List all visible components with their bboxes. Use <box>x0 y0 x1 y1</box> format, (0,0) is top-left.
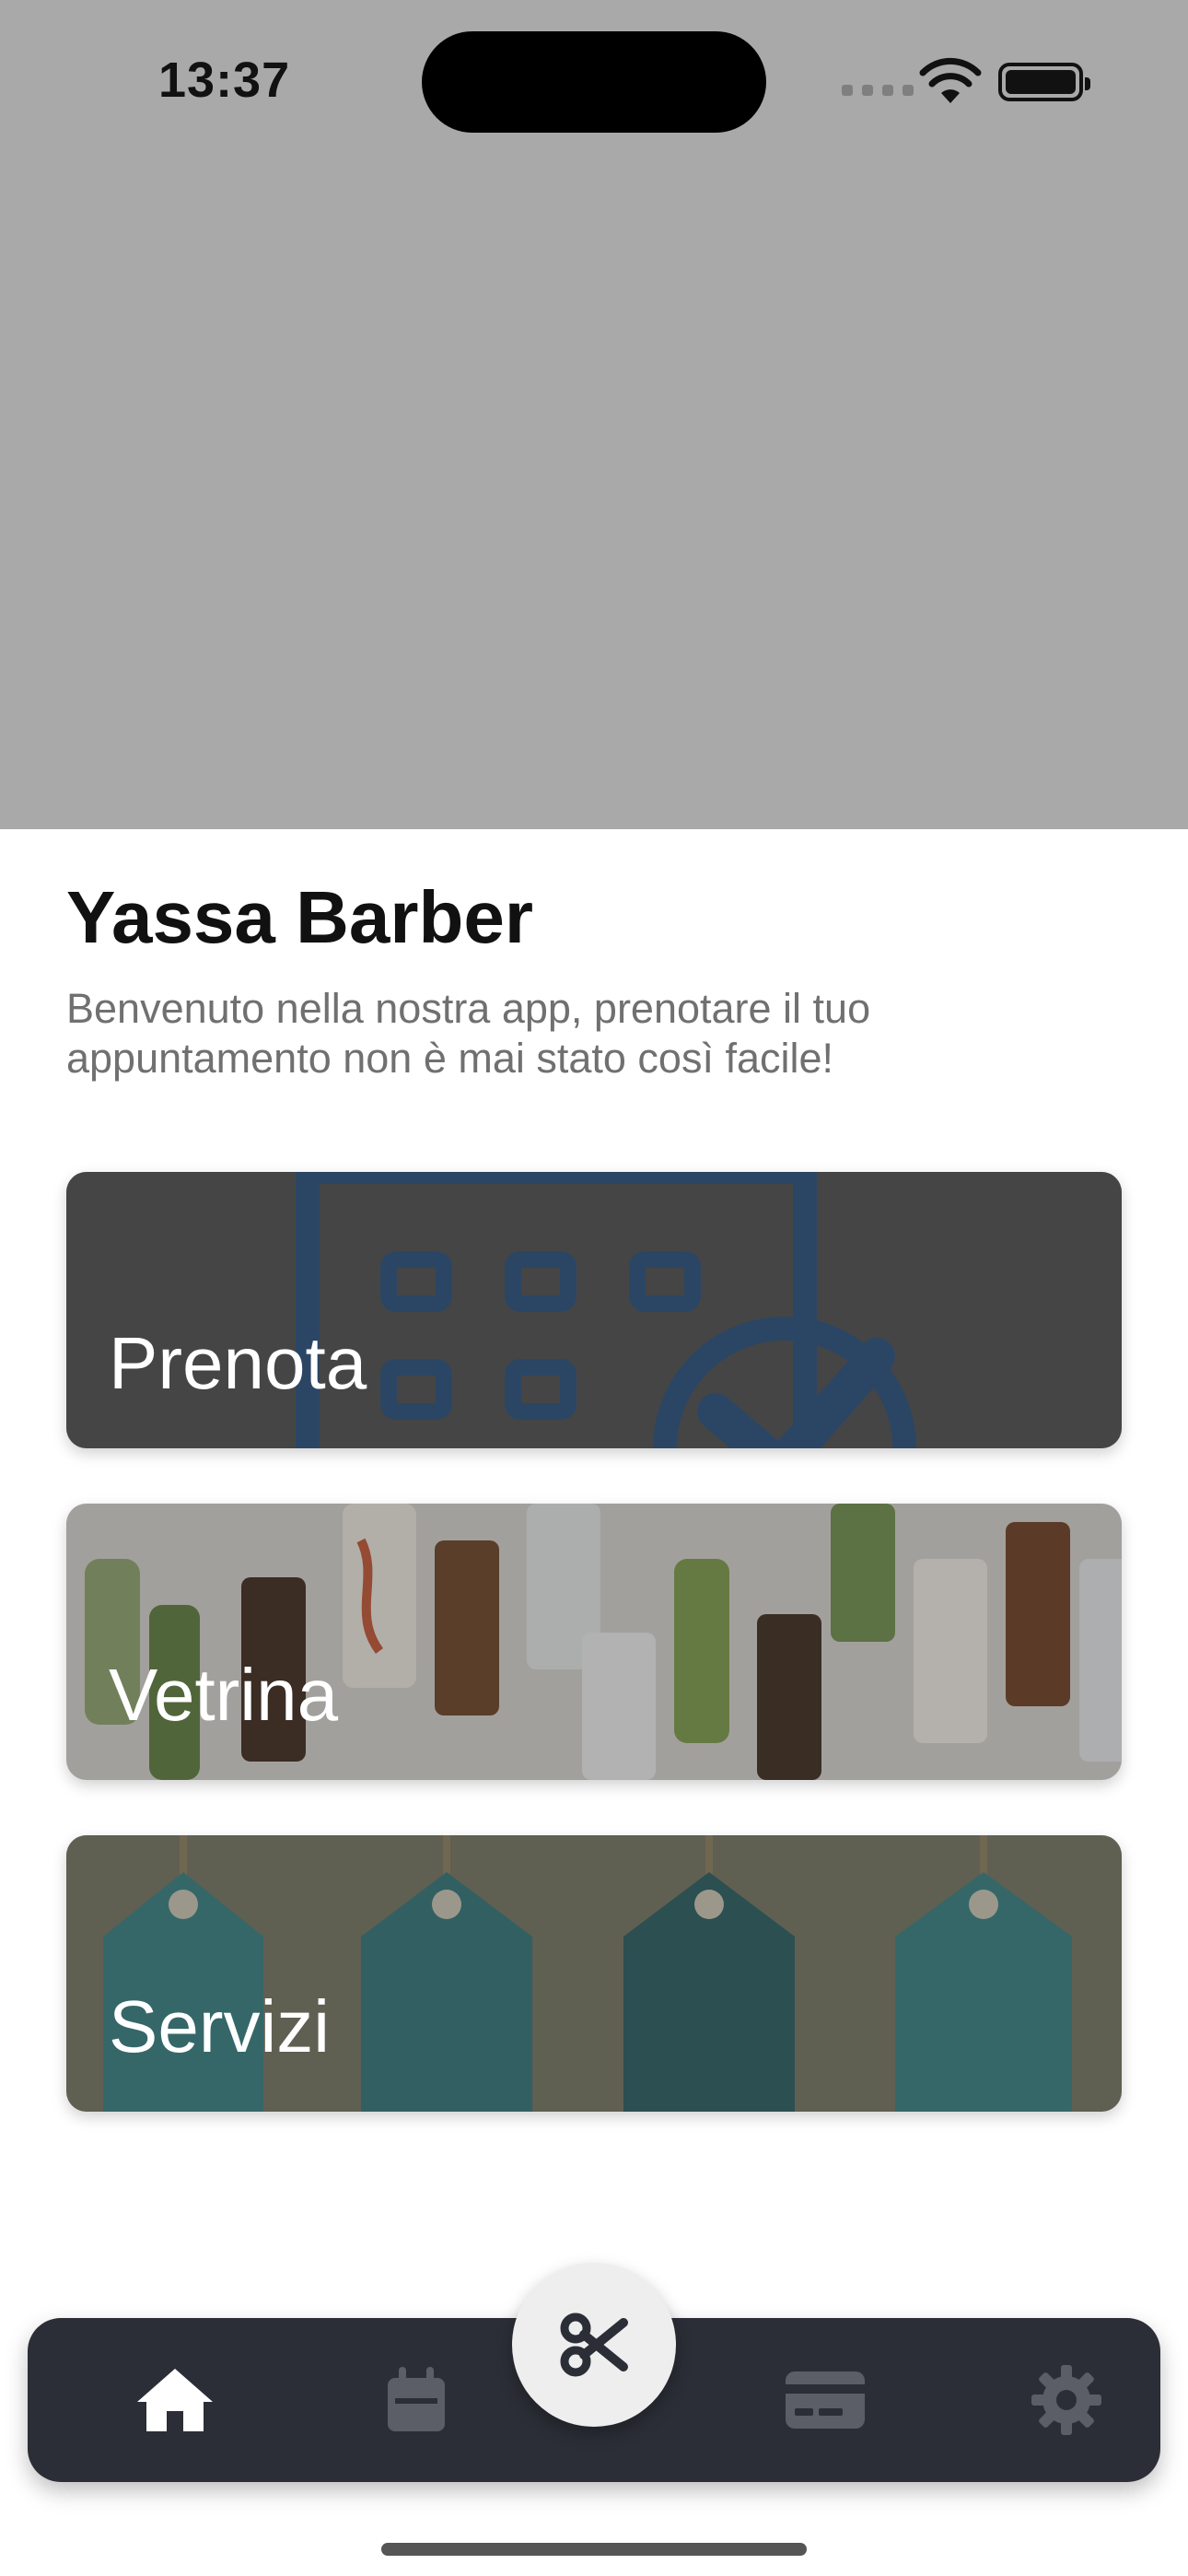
vetrina-card[interactable]: Vetrina <box>66 1504 1122 1780</box>
tab-settings[interactable] <box>1002 2318 1131 2482</box>
home-icon <box>137 2369 213 2431</box>
credit-card-icon <box>786 2371 865 2429</box>
app-title: Yassa Barber <box>66 876 534 958</box>
card-overlay <box>66 1172 1122 1448</box>
status-time: 13:37 <box>158 53 291 108</box>
gear-icon <box>1031 2365 1101 2435</box>
scissors-icon <box>560 2313 628 2377</box>
battery-icon <box>998 63 1090 101</box>
cellular-icon <box>842 85 914 96</box>
card-overlay <box>66 1504 1122 1780</box>
wifi-icon <box>919 57 982 103</box>
home-indicator <box>381 2543 807 2556</box>
vetrina-label: Vetrina <box>109 1654 339 1736</box>
prenota-label: Prenota <box>109 1322 367 1404</box>
prenota-card[interactable]: Prenota <box>66 1172 1122 1448</box>
dynamic-island <box>422 31 766 133</box>
servizi-card[interactable]: Servizi <box>66 1835 1122 2112</box>
welcome-subtitle: Benvenuto nella nostra app, prenotare il… <box>66 985 871 1082</box>
book-appointment-button[interactable] <box>512 2263 676 2427</box>
tab-home[interactable] <box>111 2318 239 2482</box>
card-overlay <box>66 1835 1122 2112</box>
app-screen: 13:37 Yassa Barber Benvenuto nella nostr… <box>0 0 1188 2576</box>
tab-payments[interactable] <box>761 2318 890 2482</box>
servizi-label: Servizi <box>109 1985 331 2067</box>
calendar-icon <box>388 2367 445 2431</box>
tab-calendar[interactable] <box>352 2318 481 2482</box>
